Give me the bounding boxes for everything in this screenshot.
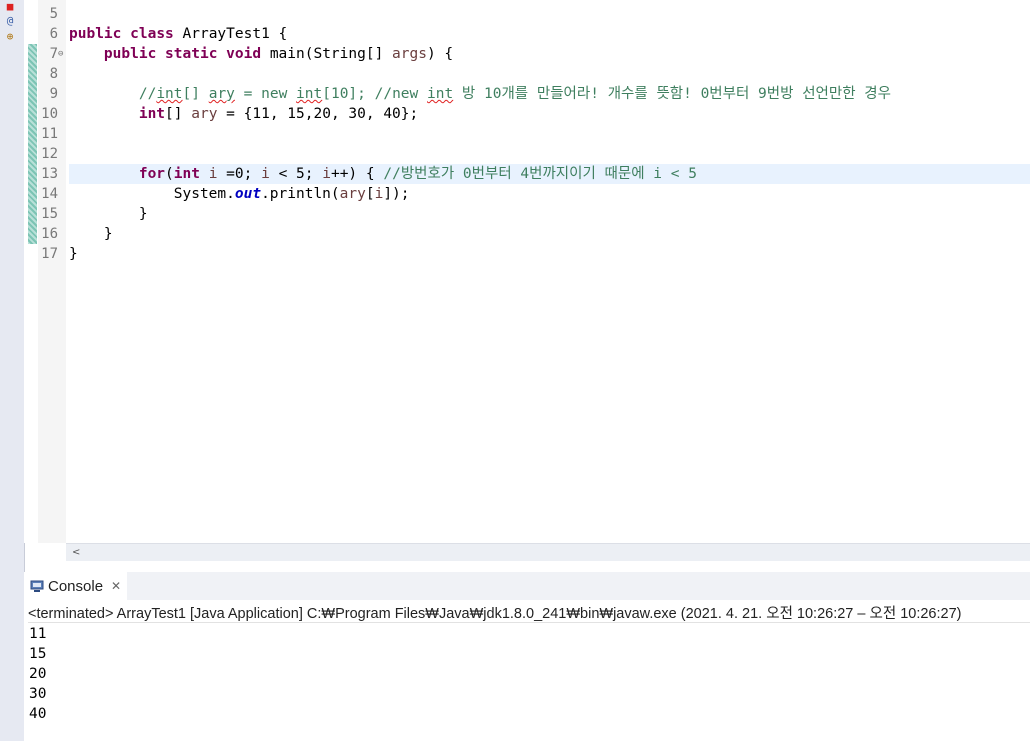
line-number: 16 [41,226,58,242]
console-output[interactable]: <terminated> ArrayTest1 [Java Applicatio… [24,600,1030,741]
console-icon [30,580,44,592]
line-number: 17 [41,246,58,262]
output-line: 20 [29,666,47,682]
code-line[interactable]: System.out.println(ary[i]); [69,184,1030,204]
output-line: 11 [29,626,47,642]
horizontal-scrollbar[interactable]: < [66,543,1030,561]
line-number: 7 [49,46,58,62]
output-line: 40 [29,706,47,722]
code-line[interactable]: public class ArrayTest1 { [69,24,1030,44]
console-view-header: Console ✕ [24,572,1030,600]
line-number: 8 [49,66,58,82]
line-number: 9 [49,86,58,102]
line-number: 13 [41,166,58,182]
scroll-left-arrow[interactable]: < [72,544,80,561]
code-area[interactable]: public class ArrayTest1 { public static … [69,0,1030,543]
collapse-icon[interactable]: ⊖ [58,44,63,64]
at-sign-icon[interactable]: @ [2,14,18,28]
line-number: 15 [41,206,58,222]
change-ruler [24,0,38,543]
process-status: <terminated> ArrayTest1 [Java Applicatio… [28,602,1030,623]
change-marker [28,44,37,244]
code-line[interactable]: } [69,224,1030,244]
tab-console[interactable]: Console ✕ [24,572,128,600]
code-line[interactable]: } [69,244,1030,264]
current-line[interactable]: for(int i =0; i < 5; i++) { //방번호가 0번부터 … [69,164,1030,184]
output-line: 30 [29,686,47,702]
code-line[interactable]: int[] ary = {11, 15,20, 30, 40}; [69,104,1030,124]
line-number-gutter: 5 6 7 ⊖ 8 9 10 11 12 13 14 15 16 17 [38,0,66,543]
line-number: 5 [49,6,58,22]
line-number: 10 [41,106,58,122]
line-number: 11 [41,126,58,142]
console-tab-label: Console [48,577,104,595]
declaration-icon[interactable]: ⊕ [2,30,18,44]
error-marker-icon[interactable]: ■ [2,0,18,14]
code-editor[interactable]: 5 6 7 ⊖ 8 9 10 11 12 13 14 15 16 17 publ… [24,0,1030,543]
code-line[interactable]: public static void main(String[] args) { [69,44,1030,64]
line-number: 14 [41,186,58,202]
left-toolbar: ■ @ ⊕ [0,0,25,741]
line-number: 6 [49,26,58,42]
output-line: 15 [29,646,47,662]
code-line-comment[interactable]: //int[] ary = new int[10]; //new int 방 1… [69,84,1030,104]
code-line[interactable]: } [69,204,1030,224]
close-icon[interactable]: ✕ [111,579,121,593]
line-number: 12 [41,146,58,162]
